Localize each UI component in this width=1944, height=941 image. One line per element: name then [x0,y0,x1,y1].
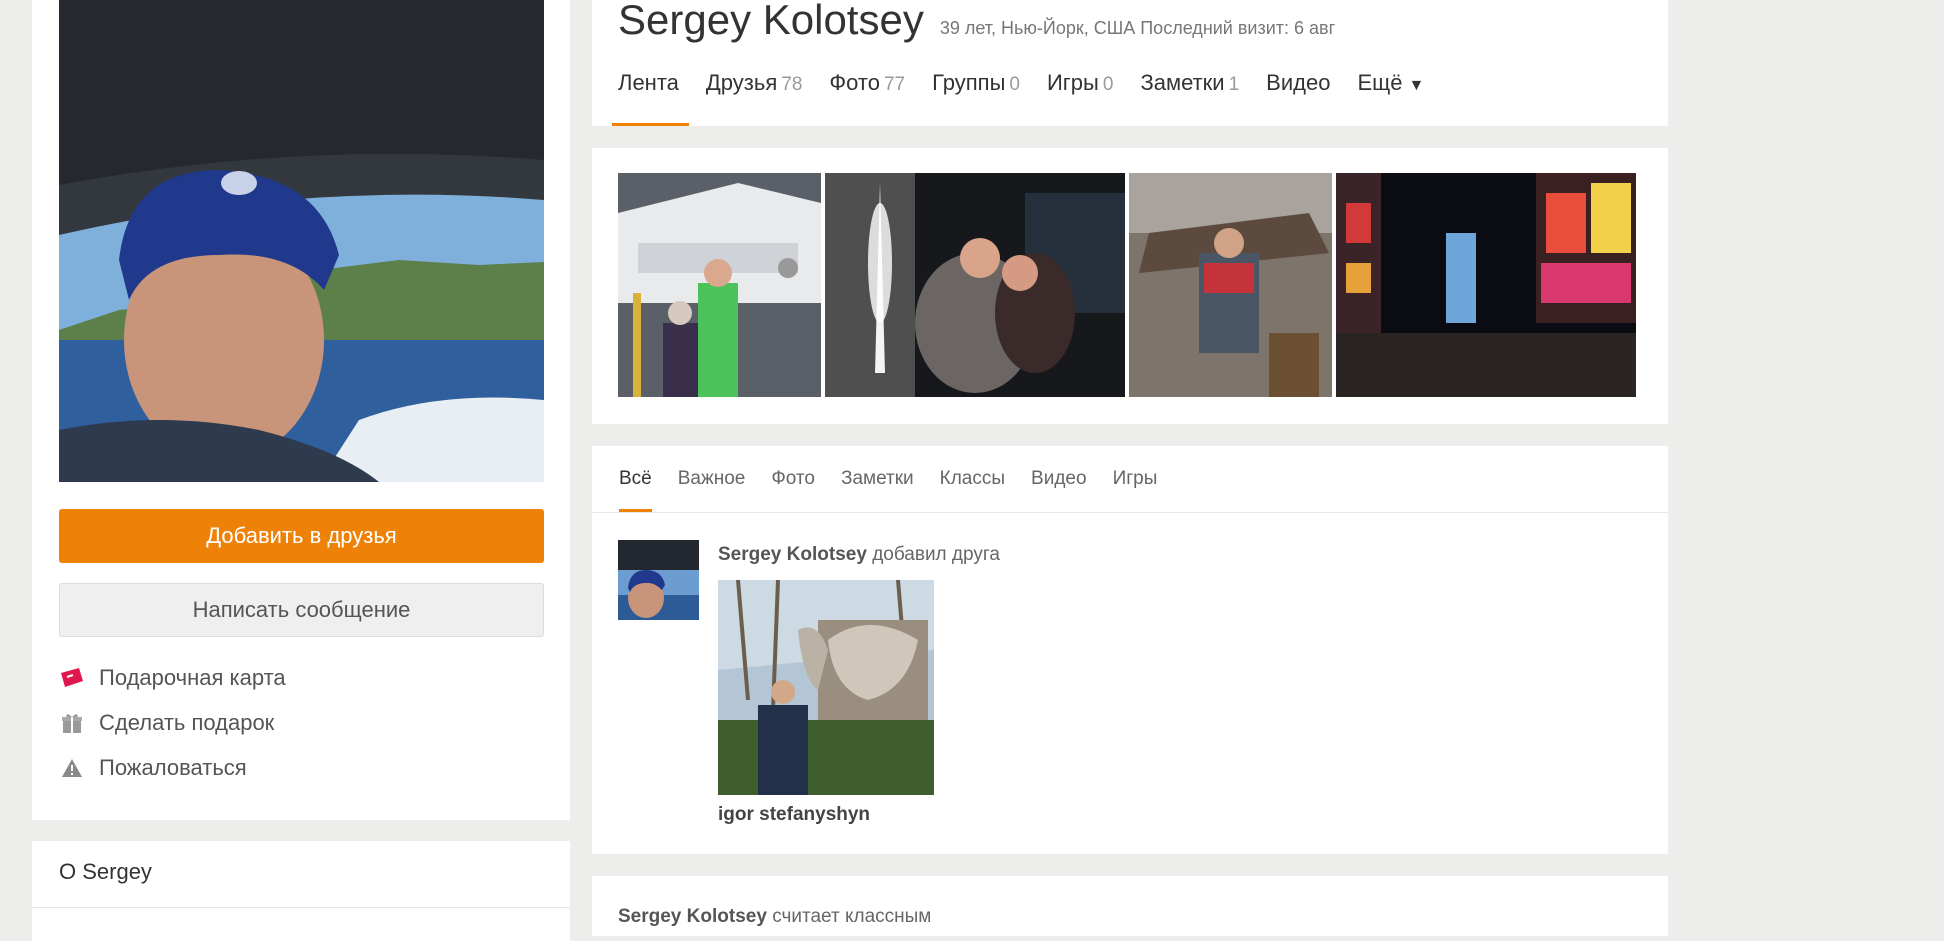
feed-tab-photos[interactable]: Фото [762,446,824,512]
tab-label: Фото [829,70,880,95]
divider [592,512,1668,513]
name-line: Sergey Kolotsey 39 лет, Нью-Йорк, США По… [618,0,1335,44]
tab-feed[interactable]: Лента [610,64,689,126]
feed-tab-likes[interactable]: Классы [931,446,1014,512]
tab-count: 78 [781,74,803,95]
tab-count: 77 [883,74,906,95]
profile-nav: Лента Друзья 78 Фото 77 Группы 0 Игры 0 Заме… [610,64,1443,126]
photo-thumbnail[interactable] [1336,173,1636,397]
tab-label: Ещё [1357,70,1403,95]
friend-photo[interactable] [718,580,934,795]
tab-label: Лента [618,70,679,95]
profile-meta: 39 лет, Нью-Йорк, США Последний визит: 6… [939,18,1336,38]
profile-avatar[interactable] [59,0,544,482]
tab-photos[interactable]: Фото 77 [821,64,913,126]
add-friend-label: Добавить в друзья [206,523,397,548]
tab-count: 0 [1009,74,1020,95]
feed-event-text: Sergey Kolotsey считает классным [618,906,931,928]
report-link[interactable]: Пожаловаться [59,752,247,784]
report-label: Пожаловаться [99,755,247,780]
tab-groups[interactable]: Группы 0 [924,64,1028,126]
friend-name-link[interactable]: igor stefanyshyn [718,804,870,826]
about-section: О Sergey [32,841,570,941]
tab-label: Друзья [705,70,778,95]
tab-count: 1 [1228,74,1240,95]
photo-strip [592,148,1668,424]
photo-thumbnail[interactable] [618,173,821,397]
warning-icon [59,755,85,781]
author-link[interactable]: Sergey Kolotsey [718,544,867,565]
feed-tab-all[interactable]: Всё [610,446,661,512]
profile-header: Sergey Kolotsey 39 лет, Нью-Йорк, США По… [592,0,1668,126]
divider [32,907,570,908]
tab-label: Заметки [1140,70,1225,95]
send-message-label: Написать сообщение [192,597,411,622]
tab-friends[interactable]: Друзья 78 [698,64,811,126]
tab-video[interactable]: Видео [1258,64,1338,126]
tab-games[interactable]: Игры 0 [1039,64,1121,126]
tab-notes[interactable]: Заметки 1 [1132,64,1247,126]
profile-name: Sergey Kolotsey [618,0,924,43]
tab-label: Игры [1046,70,1099,95]
feed-item: Sergey Kolotsey считает классным [592,876,1668,936]
send-message-button[interactable]: Написать сообщение [59,583,544,637]
make-gift-label: Сделать подарок [99,710,275,735]
event-action: добавил друга [872,544,1000,565]
activity-feed: Всё Важное Фото Заметки Классы Видео Игр… [592,446,1668,854]
gift-card-label: Подарочная карта [99,665,286,690]
gift-box-icon [59,710,85,736]
make-gift-link[interactable]: Сделать подарок [59,707,274,739]
add-friend-button[interactable]: Добавить в друзья [59,509,544,563]
gift-card-icon [59,665,85,691]
tab-label: Группы [932,70,1006,95]
author-avatar[interactable] [618,540,699,620]
about-title[interactable]: О Sergey [59,859,152,885]
feed-event-text: Sergey Kolotsey добавил друга [718,544,1000,566]
feed-filter-tabs: Всё Важное Фото Заметки Классы Видео Игр… [610,446,1174,512]
photo-thumbnail[interactable] [825,173,1125,397]
gift-card-link[interactable]: Подарочная карта [59,662,286,694]
feed-tab-notes[interactable]: Заметки [832,446,923,512]
feed-tab-important[interactable]: Важное [669,446,755,512]
tab-count: 0 [1102,74,1114,95]
chevron-down-icon: ▼ [1408,77,1425,94]
feed-tab-video[interactable]: Видео [1022,446,1096,512]
photo-thumbnail[interactable] [1129,173,1332,397]
feed-tab-games[interactable]: Игры [1104,446,1167,512]
tab-more[interactable]: Ещё ▼ [1349,64,1432,126]
profile-sidebar: Добавить в друзья Написать сообщение Под… [32,0,570,820]
tab-label: Видео [1266,70,1331,95]
